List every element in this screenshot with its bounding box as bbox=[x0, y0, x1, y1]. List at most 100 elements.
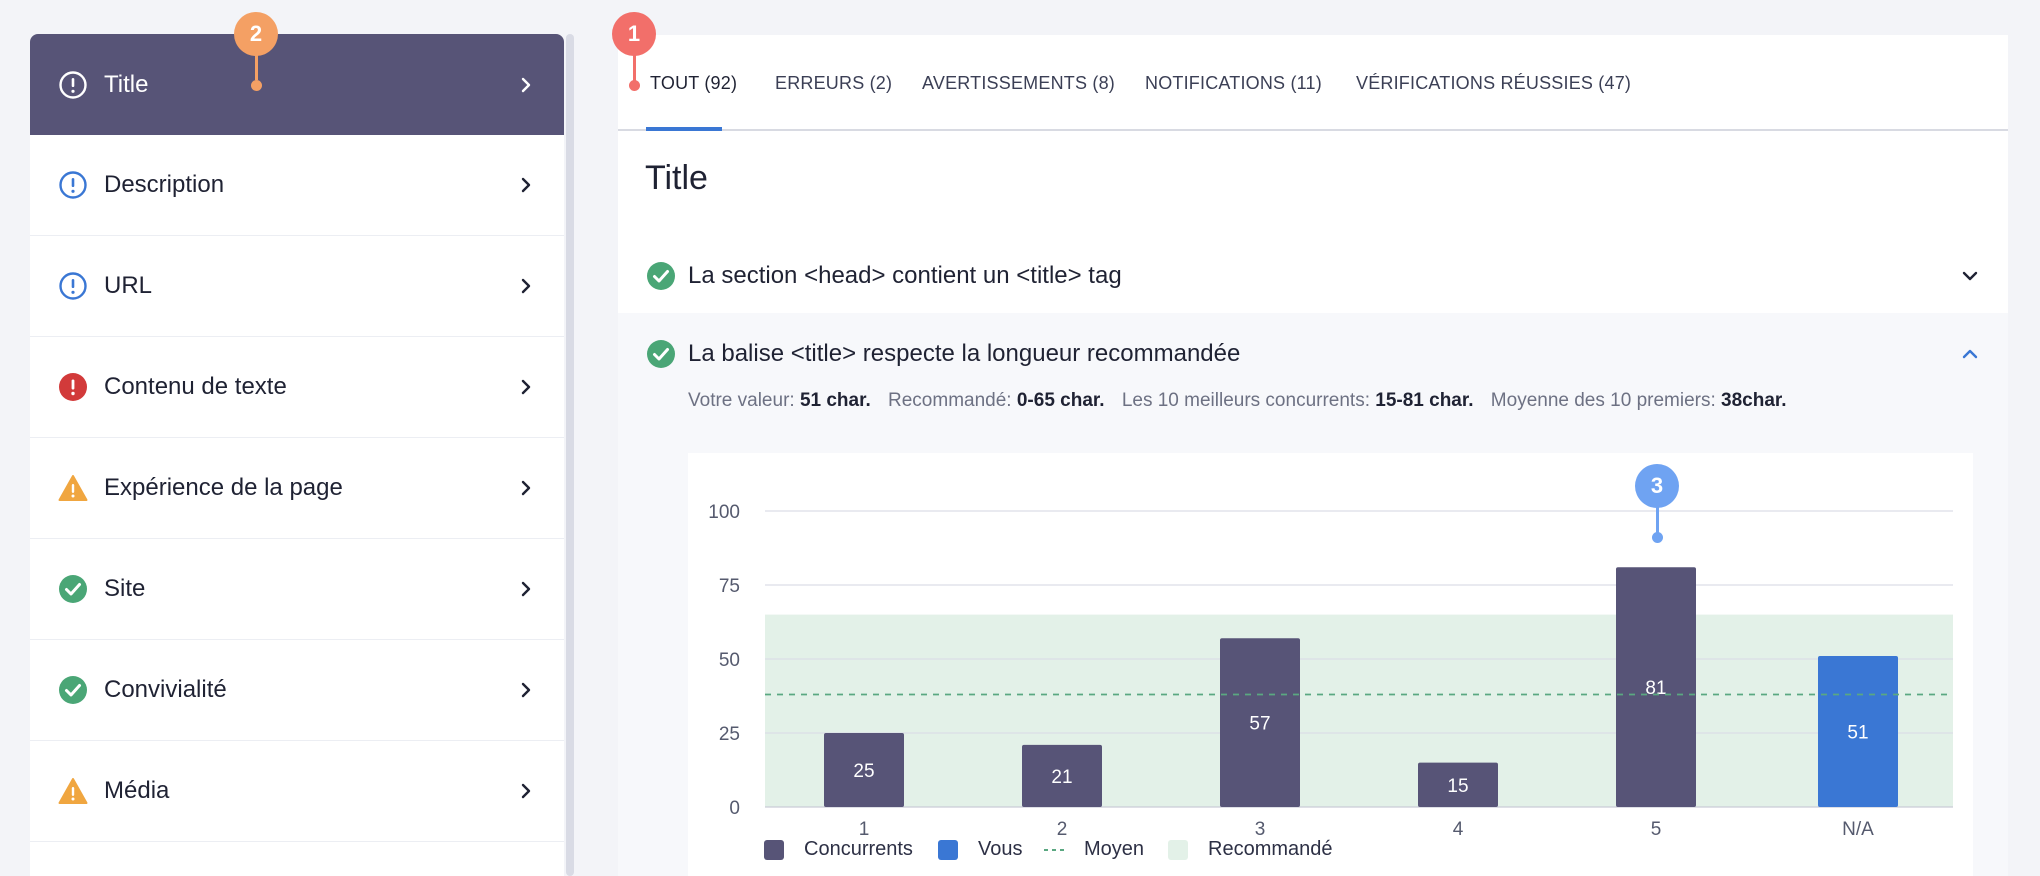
info-icon bbox=[58, 170, 88, 200]
chevron-right-icon bbox=[521, 682, 531, 698]
legend-label: Concurrents bbox=[804, 838, 913, 860]
badge-dot bbox=[629, 80, 640, 91]
active-tab-indicator bbox=[646, 127, 722, 131]
average-value: 38char. bbox=[1721, 390, 1787, 411]
your-value: 51 char. bbox=[799, 390, 871, 411]
chevron-right-icon bbox=[521, 77, 531, 92]
error-icon bbox=[58, 372, 88, 402]
sidebar-item-title[interactable]: Title bbox=[30, 34, 564, 135]
check-row-title-tag[interactable]: La section <head> contient un <title> ta… bbox=[618, 235, 2008, 313]
bar-value-label: 15 bbox=[1447, 776, 1468, 797]
check-icon bbox=[647, 340, 675, 368]
sidebar-item-label: Expérience de la page bbox=[104, 474, 343, 501]
y-tick-label: 25 bbox=[719, 724, 740, 745]
chevron-up-icon[interactable] bbox=[1962, 346, 1978, 362]
sidebar-item-convivialité[interactable]: Convivialité bbox=[30, 640, 564, 741]
tab-0[interactable]: TOUT (92) bbox=[650, 73, 737, 94]
bar-value-label: 81 bbox=[1645, 678, 1666, 699]
recommended-value: 0-65 char. bbox=[1016, 390, 1105, 411]
sidebar-item-contenu-de-texte[interactable]: Contenu de texte bbox=[30, 337, 564, 438]
info-icon bbox=[58, 271, 88, 301]
sidebar-item-url[interactable]: URL bbox=[30, 236, 564, 337]
top-competitors-label: Les 10 meilleurs concurrents: bbox=[1121, 390, 1370, 411]
legend-dash bbox=[1044, 848, 1066, 851]
sidebar-item-label: Média bbox=[104, 777, 170, 804]
tab-1[interactable]: ERREURS (2) bbox=[775, 73, 892, 94]
length-stats: Votre valeur: 51 char. Recommandé: 0-65 … bbox=[688, 390, 1787, 412]
annotation-badge-2: 2 bbox=[234, 12, 278, 56]
legend-label: Moyen bbox=[1084, 838, 1145, 860]
legend-label: Recommandé bbox=[1208, 838, 1333, 860]
chart-card: 0 25 50 75 100 25 1 21 2 57 3 15 4 81 5 51 N/A bbox=[688, 453, 1973, 876]
legend-item-you: Vous bbox=[938, 838, 1022, 861]
chevron-right-icon bbox=[521, 783, 531, 799]
chevron-right-icon bbox=[521, 278, 531, 294]
top-competitors-value: 15-81 char. bbox=[1375, 390, 1474, 411]
bar-value-label: 51 bbox=[1847, 723, 1868, 744]
average-label: Moyenne des 10 premiers: bbox=[1490, 390, 1716, 411]
sidebar-item-label: Site bbox=[104, 575, 146, 602]
chevron-right-icon bbox=[521, 581, 531, 597]
x-tick-label: 1 bbox=[859, 819, 870, 840]
legend-item-recommended: Recommandé bbox=[1168, 838, 1333, 861]
chevron-down-icon[interactable] bbox=[1962, 268, 1978, 284]
legend-swatch bbox=[938, 839, 958, 860]
legend-swatch bbox=[764, 839, 784, 860]
legend-label: Vous bbox=[978, 838, 1023, 860]
tab-bar: TOUT (92) ERREURS (2) AVERTISSEMENTS (8) NO… bbox=[618, 35, 2008, 131]
bar-chart: 0 25 50 75 100 25 1 21 2 57 3 15 4 81 5 51 N/A bbox=[708, 502, 1953, 840]
x-tick-label: 4 bbox=[1453, 819, 1464, 840]
tab-2[interactable]: AVERTISSEMENTS (8) bbox=[922, 73, 1115, 94]
sidebar-item-label: Convivialité bbox=[104, 676, 227, 703]
info-icon bbox=[58, 70, 88, 100]
legend-item-average: Moyen bbox=[1044, 838, 1144, 861]
y-tick-label: 0 bbox=[729, 798, 740, 819]
badge-stem bbox=[633, 54, 636, 82]
sidebar: Title Description URL Contenu de texte Expér… bbox=[30, 34, 564, 876]
legend-swatch bbox=[1168, 839, 1188, 860]
y-tick-label: 100 bbox=[708, 502, 740, 523]
x-tick-label: N/A bbox=[1842, 819, 1874, 840]
x-tick-label: 2 bbox=[1057, 819, 1068, 840]
x-tick-label: 5 bbox=[1651, 819, 1662, 840]
sidebar-item-site[interactable]: Site bbox=[30, 539, 564, 640]
check-icon bbox=[58, 574, 88, 604]
page-title: Title bbox=[645, 159, 708, 197]
sidebar-item-description[interactable]: Description bbox=[30, 135, 564, 236]
main-panel: TOUT (92) ERREURS (2) AVERTISSEMENTS (8) NO… bbox=[618, 35, 2008, 876]
chevron-right-icon bbox=[521, 379, 531, 395]
sidebar-item-expérience-de-la-page[interactable]: Expérience de la page bbox=[30, 438, 564, 539]
badge-stem bbox=[255, 54, 258, 80]
sidebar-item-média[interactable]: Média bbox=[30, 741, 564, 842]
check-icon bbox=[58, 675, 88, 705]
chevron-right-icon bbox=[521, 177, 531, 193]
legend-item-competitors: Concurrents bbox=[764, 838, 913, 861]
badge-dot bbox=[1652, 532, 1663, 543]
bar-value-label: 57 bbox=[1249, 714, 1270, 735]
warning-icon bbox=[58, 776, 88, 806]
sidebar-item-label: URL bbox=[104, 272, 153, 299]
sidebar-scrollbar[interactable] bbox=[566, 34, 574, 876]
recommended-band bbox=[765, 614, 1953, 807]
recommended-label: Recommandé: bbox=[888, 390, 1012, 411]
sidebar-item-label: Description bbox=[104, 171, 225, 198]
warning-icon bbox=[58, 473, 88, 503]
annotation-badge-3: 3 bbox=[1635, 464, 1679, 508]
bar-value-label: 21 bbox=[1051, 767, 1072, 788]
tab-3[interactable]: NOTIFICATIONS (11) bbox=[1145, 73, 1322, 94]
check-text: La section <head> contient un <title> ta… bbox=[688, 262, 1122, 289]
bar-value-label: 25 bbox=[853, 761, 874, 782]
your-value-label: Votre valeur: bbox=[688, 390, 795, 411]
y-tick-label: 50 bbox=[719, 650, 740, 671]
x-tick-label: 3 bbox=[1255, 819, 1266, 840]
check-icon bbox=[647, 262, 675, 290]
badge-stem bbox=[1656, 506, 1659, 534]
annotation-badge-1: 1 bbox=[612, 12, 656, 56]
badge-dot bbox=[251, 80, 262, 91]
chevron-right-icon bbox=[521, 480, 531, 496]
tab-4[interactable]: VÉRIFICATIONS RÉUSSIES (47) bbox=[1356, 73, 1631, 94]
check-text: La balise <title> respecte la longueur r… bbox=[688, 340, 1241, 367]
sidebar-item-label: Title bbox=[104, 70, 149, 98]
sidebar-item-label: Contenu de texte bbox=[104, 373, 287, 400]
y-tick-label: 75 bbox=[719, 576, 740, 597]
